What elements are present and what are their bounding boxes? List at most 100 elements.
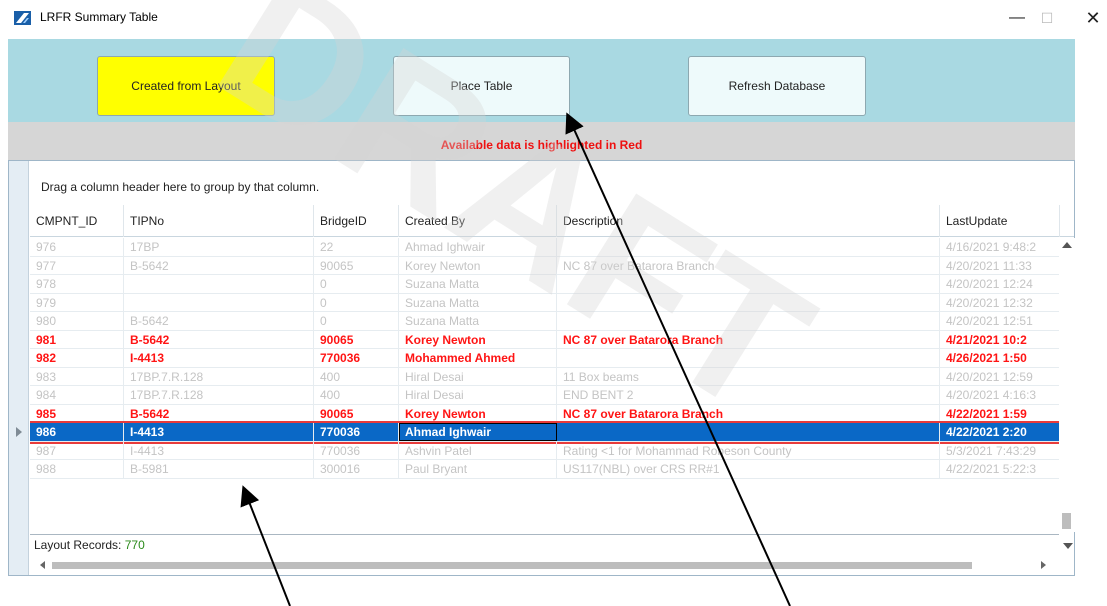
cell-bridge[interactable]: 90065 bbox=[314, 404, 399, 423]
cell-desc[interactable]: Rating <1 for Mohammad Robeson County bbox=[557, 441, 940, 460]
cell-desc[interactable] bbox=[557, 293, 940, 312]
selected-table-row[interactable]: 986 I-4413 770036 Ahmad Ighwair 4/22/2021 2:… bbox=[30, 421, 1060, 444]
table-row[interactable]: 978 0 Suzana Matta 4/20/2021 12:24 bbox=[30, 275, 1060, 294]
cell-desc[interactable] bbox=[557, 238, 940, 256]
cell-upd[interactable]: 5/3/2021 7:43:29 bbox=[940, 441, 1060, 460]
column-header-lastupdate[interactable]: LastUpdate bbox=[940, 205, 1060, 237]
cell-tip[interactable] bbox=[124, 293, 314, 312]
cell-desc[interactable] bbox=[557, 423, 940, 441]
table-row[interactable]: 982 I-4413 770036 Mohammed Ahmed 4/26/2021 1… bbox=[30, 349, 1060, 368]
cell-id[interactable]: 985 bbox=[30, 404, 124, 423]
place-table-button[interactable]: Place Table bbox=[393, 56, 570, 116]
cell-desc[interactable]: NC 87 over Batarora Branch bbox=[557, 404, 940, 423]
table-row[interactable]: 981 B-5642 90065 Korey Newton NC 87 over Bat… bbox=[30, 330, 1060, 349]
cell-bridge[interactable]: 0 bbox=[314, 312, 399, 330]
horizontal-scrollbar[interactable] bbox=[30, 557, 1060, 573]
cell-tip[interactable]: I-4413 bbox=[124, 441, 314, 460]
cell-by[interactable]: Korey Newton bbox=[399, 404, 557, 423]
cell-upd[interactable]: 4/20/2021 4:16:3 bbox=[940, 386, 1060, 404]
cell-tip[interactable]: B-5642 bbox=[124, 256, 314, 275]
close-button[interactable]: ✕ bbox=[1076, 5, 1107, 31]
cell-id[interactable]: 981 bbox=[30, 330, 124, 349]
scroll-down-icon[interactable] bbox=[1063, 543, 1073, 549]
table-row[interactable]: 976 17BP 22 Ahmad Ighwair 4/16/2021 9:48:2 bbox=[30, 238, 1060, 257]
cell-desc[interactable] bbox=[557, 312, 940, 330]
cell-by[interactable]: Korey Newton bbox=[399, 330, 557, 349]
maximize-button[interactable]: ☐ bbox=[1030, 5, 1064, 31]
cell-bridge[interactable]: 770036 bbox=[314, 441, 399, 460]
column-header-bridgeid[interactable]: BridgeID bbox=[314, 205, 399, 237]
cell-id[interactable]: 984 bbox=[30, 386, 124, 404]
cell-by[interactable]: Ahmad Ighwair bbox=[399, 238, 557, 256]
cell-tip[interactable]: I-4413 bbox=[124, 423, 314, 441]
cell-upd[interactable]: 4/21/2021 10:2 bbox=[940, 330, 1060, 349]
cell-id[interactable]: 983 bbox=[30, 367, 124, 386]
cell-upd[interactable]: 4/26/2021 1:50 bbox=[940, 349, 1060, 367]
cell-by[interactable]: Hiral Desai bbox=[399, 367, 557, 386]
column-header-tipno[interactable]: TIPNo bbox=[124, 205, 314, 237]
cell-by[interactable]: Suzana Matta bbox=[399, 275, 557, 293]
cell-id[interactable]: 980 bbox=[30, 312, 124, 330]
vertical-scroll-thumb[interactable] bbox=[1062, 513, 1071, 529]
cell-bridge[interactable]: 400 bbox=[314, 386, 399, 404]
cell-tip[interactable]: I-4413 bbox=[124, 349, 314, 367]
cell-bridge[interactable]: 400 bbox=[314, 367, 399, 386]
cell-bridge[interactable]: 22 bbox=[314, 238, 399, 256]
scroll-up-icon[interactable] bbox=[1062, 242, 1072, 248]
cell-upd[interactable]: 4/20/2021 12:59 bbox=[940, 367, 1060, 386]
table-row[interactable]: 980 B-5642 0 Suzana Matta 4/20/2021 12:51 bbox=[30, 312, 1060, 331]
cell-bridge[interactable]: 0 bbox=[314, 275, 399, 293]
cell-tip[interactable]: B-5642 bbox=[124, 312, 314, 330]
cell-bridge[interactable]: 90065 bbox=[314, 330, 399, 349]
cell-by[interactable]: Mohammed Ahmed bbox=[399, 349, 557, 367]
cell-tip[interactable]: B-5981 bbox=[124, 460, 314, 478]
cell-bridge[interactable]: 770036 bbox=[314, 349, 399, 367]
refresh-database-button[interactable]: Refresh Database bbox=[688, 56, 866, 116]
cell-by[interactable]: Suzana Matta bbox=[399, 312, 557, 330]
cell-by[interactable]: Ashvin Patel bbox=[399, 441, 557, 460]
cell-tip[interactable]: 17BP bbox=[124, 238, 314, 256]
cell-desc[interactable]: 11 Box beams bbox=[557, 367, 940, 386]
cell-desc[interactable]: NC 87 over Batarora Branch bbox=[557, 256, 940, 275]
cell-upd[interactable]: 4/20/2021 12:32 bbox=[940, 293, 1060, 312]
cell-desc[interactable]: US117(NBL) over CRS RR#1 bbox=[557, 460, 940, 478]
cell-desc[interactable]: NC 87 over Batarora Branch bbox=[557, 330, 940, 349]
cell-upd[interactable]: 4/16/2021 9:48:2 bbox=[940, 238, 1060, 256]
cell-id[interactable]: 977 bbox=[30, 256, 124, 275]
cell-bridge[interactable]: 90065 bbox=[314, 256, 399, 275]
table-row[interactable]: 979 0 Suzana Matta 4/20/2021 12:32 bbox=[30, 293, 1060, 312]
cell-id[interactable]: 976 bbox=[30, 238, 124, 256]
cell-id[interactable]: 987 bbox=[30, 441, 124, 460]
cell-by[interactable]: Paul Bryant bbox=[399, 460, 557, 478]
cell-desc[interactable] bbox=[557, 349, 940, 367]
cell-tip[interactable]: 17BP.7.R.128 bbox=[124, 367, 314, 386]
cell-bridge[interactable]: 770036 bbox=[314, 423, 399, 441]
cell-id[interactable]: 982 bbox=[30, 349, 124, 367]
cell-tip[interactable]: 17BP.7.R.128 bbox=[124, 386, 314, 404]
vertical-scrollbar[interactable] bbox=[1059, 238, 1075, 532]
created-from-layout-button[interactable]: Created from Layout bbox=[97, 56, 275, 116]
cell-id[interactable]: 979 bbox=[30, 293, 124, 312]
cell-by[interactable]: Hiral Desai bbox=[399, 386, 557, 404]
table-row[interactable]: 984 17BP.7.R.128 400 Hiral Desai END BENT 24… bbox=[30, 386, 1060, 405]
table-row[interactable]: 983 17BP.7.R.128 400 Hiral Desai 11 Box beam… bbox=[30, 367, 1060, 386]
cell-tip[interactable] bbox=[124, 275, 314, 293]
cell-upd[interactable]: 4/20/2021 11:33 bbox=[940, 256, 1060, 275]
cell-by[interactable]: Korey Newton bbox=[399, 256, 557, 275]
column-header-cmpnt-id[interactable]: CMPNT_ID bbox=[30, 205, 124, 237]
table-row[interactable]: 977 B-5642 90065 Korey Newton NC 87 over Bat… bbox=[30, 256, 1060, 275]
cell-id[interactable]: 986 bbox=[30, 423, 124, 441]
scroll-right-icon[interactable] bbox=[1041, 561, 1046, 569]
cell-by[interactable]: Ahmad Ighwair bbox=[399, 423, 557, 441]
cell-upd[interactable]: 4/22/2021 2:20 bbox=[940, 423, 1060, 441]
cell-id[interactable]: 978 bbox=[30, 275, 124, 293]
column-header-created-by[interactable]: Created By bbox=[399, 205, 557, 237]
column-header-description[interactable]: Description bbox=[557, 205, 940, 237]
cell-by[interactable]: Suzana Matta bbox=[399, 293, 557, 312]
minimize-button[interactable]: — bbox=[1000, 5, 1034, 31]
table-row[interactable]: 987 I-4413 770036 Ashvin Patel Rating <1 for… bbox=[30, 441, 1060, 460]
table-row[interactable]: 985 B-5642 90065 Korey Newton NC 87 over Bat… bbox=[30, 404, 1060, 423]
horizontal-scroll-thumb[interactable] bbox=[52, 562, 972, 569]
cell-desc[interactable] bbox=[557, 275, 940, 293]
cell-upd[interactable]: 4/20/2021 12:51 bbox=[940, 312, 1060, 330]
